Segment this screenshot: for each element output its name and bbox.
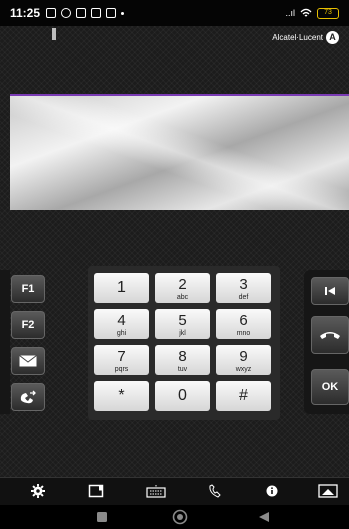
key-2[interactable]: 2 abc <box>155 273 210 303</box>
notebook-icon[interactable] <box>88 484 104 498</box>
drag-handle[interactable] <box>52 28 56 40</box>
bottom-toolbar <box>0 477 349 505</box>
brand-name: Alcatel·Lucent <box>272 33 323 42</box>
gear-icon[interactable] <box>30 484 46 498</box>
handset-forward-icon <box>20 390 36 404</box>
key-hash[interactable]: # <box>216 381 271 411</box>
f2-label: F2 <box>21 319 35 331</box>
chat-icon <box>91 8 102 18</box>
key-9[interactable]: 9 wxyz <box>216 345 271 375</box>
status-right: ..ıl 73 <box>285 7 339 19</box>
key-star[interactable]: * <box>94 381 149 411</box>
brand-bar: Alcatel·Lucent A <box>0 26 349 50</box>
key-3[interactable]: 3 def <box>216 273 271 303</box>
key-4[interactable]: 4 ghi <box>94 309 149 339</box>
screen-icon[interactable] <box>318 484 338 498</box>
battery-icon: 73 <box>317 7 339 19</box>
phone-screen: 11:25 ..ıl 73 Alcatel·Lucent A F1 F2 OK … <box>0 0 349 529</box>
video-icon <box>106 8 117 18</box>
handset-icon[interactable] <box>208 484 224 498</box>
key-0[interactable]: 0 <box>155 381 210 411</box>
hangup-icon <box>320 332 340 339</box>
alarm-icon <box>61 8 72 18</box>
skip-back-icon <box>325 287 335 295</box>
ok-label: OK <box>321 381 339 393</box>
dial-keypad: 1 2 abc 3 def 4 ghi 5 jkl 6 mno 7 pqrs 8 tuv 9w… <box>88 266 280 420</box>
f1-label: F1 <box>21 283 35 295</box>
key-8[interactable]: 8 tuv <box>155 345 210 375</box>
signal-icon: ..ıl <box>285 8 295 18</box>
message-button[interactable] <box>11 347 45 375</box>
left-panel <box>0 270 10 414</box>
wifi-icon <box>300 8 312 17</box>
info-icon[interactable] <box>264 484 280 498</box>
square-icon[interactable] <box>96 511 108 523</box>
brand-logo-icon: A <box>326 31 339 44</box>
phone-display <box>10 94 349 210</box>
notification-app-icon <box>46 8 57 18</box>
keyboard-icon[interactable] <box>146 484 166 498</box>
key-1[interactable]: 1 <box>94 273 149 303</box>
skip-back-button[interactable] <box>311 277 349 305</box>
f2-button[interactable]: F2 <box>11 311 45 339</box>
hangup-button[interactable] <box>311 316 349 354</box>
message-icon <box>76 8 87 18</box>
status-time: 11:25 <box>10 6 41 20</box>
more-notifications-icon <box>121 11 125 15</box>
brand: Alcatel·Lucent A <box>272 31 339 44</box>
circle-icon[interactable] <box>172 509 188 525</box>
status-bar: 11:25 ..ıl 73 <box>0 0 349 26</box>
back-triangle-icon[interactable] <box>258 511 270 523</box>
system-nav-bar <box>0 505 349 529</box>
envelope-icon <box>19 355 37 367</box>
ok-button[interactable]: OK <box>311 369 349 405</box>
f1-button[interactable]: F1 <box>11 275 45 303</box>
key-6[interactable]: 6 mno <box>216 309 271 339</box>
call-forward-button[interactable] <box>11 383 45 411</box>
key-5[interactable]: 5 jkl <box>155 309 210 339</box>
status-notification-icons <box>46 8 125 18</box>
key-7[interactable]: 7 pqrs <box>94 345 149 375</box>
